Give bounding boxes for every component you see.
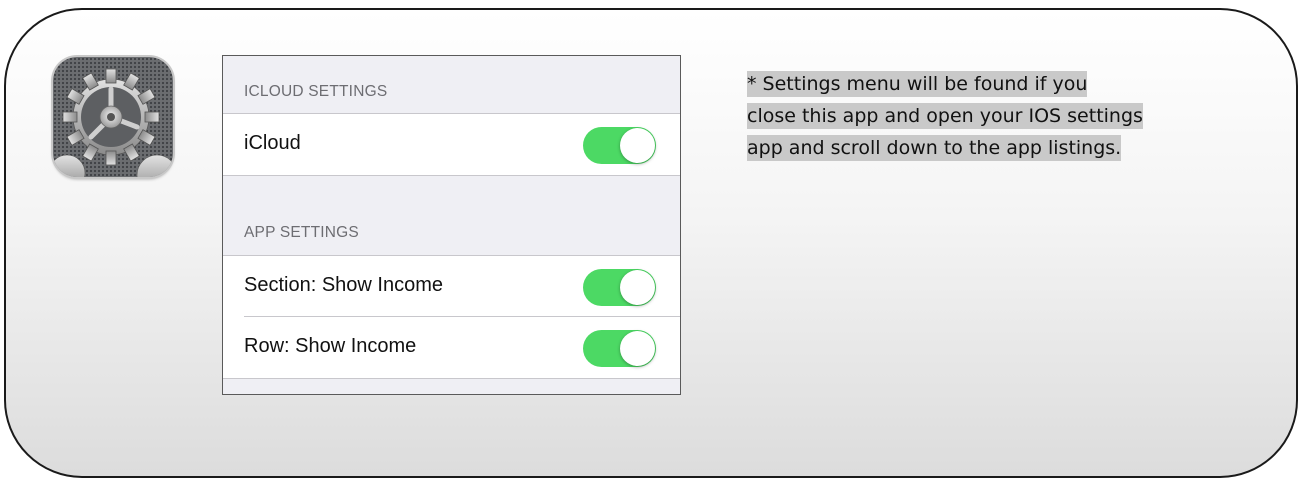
settings-row-row-show-income: Row: Show Income: [223, 317, 680, 379]
icloud-label: iCloud: [244, 132, 301, 154]
gear-icon: [53, 57, 173, 177]
icloud-toggle[interactable]: [583, 127, 656, 164]
row-show-income-toggle[interactable]: [583, 330, 656, 367]
toggle-knob: [620, 128, 655, 163]
note-line-1: * Settings menu will be found if you: [747, 71, 1088, 97]
instruction-note: * Settings menu will be found if you clo…: [747, 68, 1267, 164]
note-line-3: app and scroll down to the app listings.: [747, 135, 1122, 161]
toggle-knob: [620, 331, 655, 366]
row-show-income-label: Row: Show Income: [244, 335, 417, 357]
section-show-income-label: Section: Show Income: [244, 274, 443, 296]
settings-app-icon: [53, 57, 173, 177]
settings-row-icloud: iCloud: [223, 113, 680, 176]
app-section-header: APP SETTINGS: [244, 224, 359, 241]
settings-panel: ICLOUD SETTINGS iCloud APP SETTINGS Sect…: [222, 55, 681, 395]
settings-row-section-show-income: Section: Show Income: [223, 255, 680, 317]
icloud-section-header: ICLOUD SETTINGS: [244, 83, 388, 100]
section-show-income-toggle[interactable]: [583, 269, 656, 306]
note-line-2: close this app and open your IOS setting…: [747, 103, 1143, 129]
toggle-knob: [620, 270, 655, 305]
